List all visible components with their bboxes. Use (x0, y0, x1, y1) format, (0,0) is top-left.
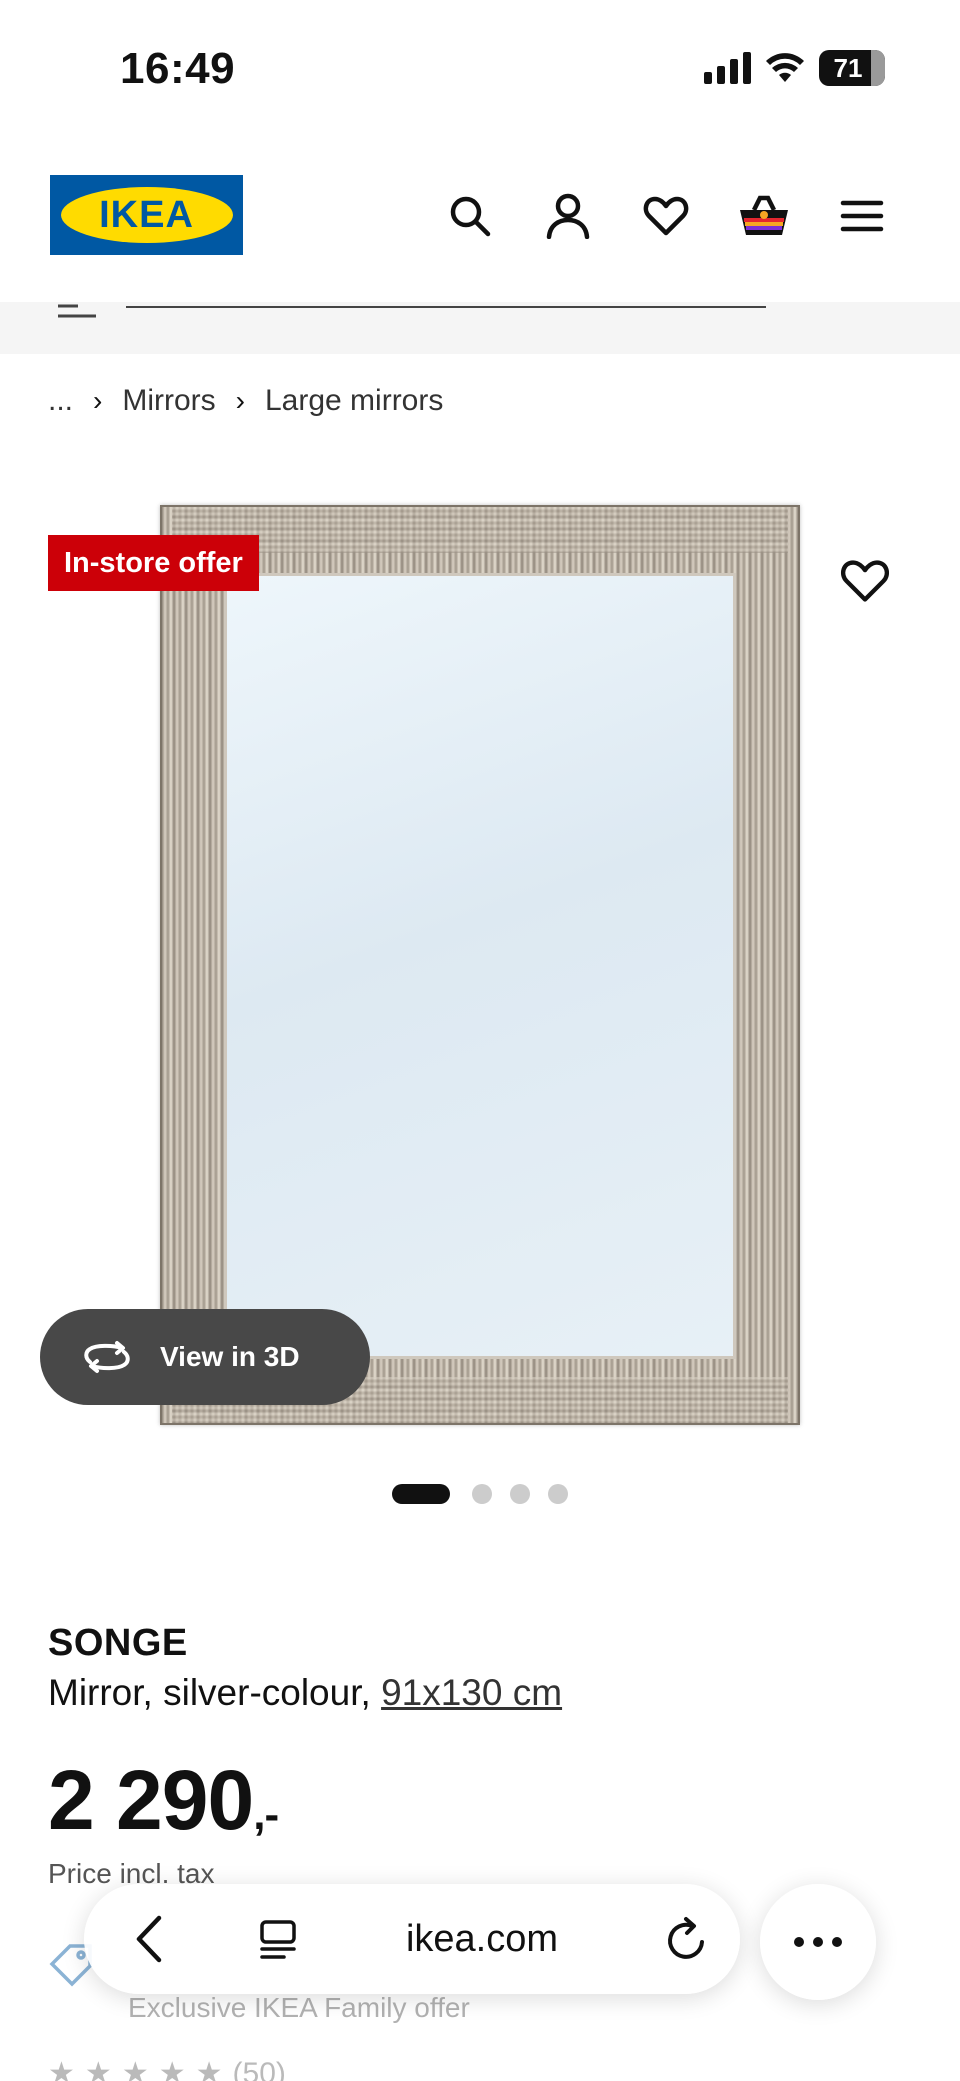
filter-lines-icon[interactable] (56, 302, 98, 322)
breadcrumb-large-mirrors[interactable]: Large mirrors (265, 384, 443, 418)
more-options-button[interactable] (760, 1884, 876, 2000)
star-icon: ★ (121, 2057, 149, 2081)
cellular-signal-icon (704, 52, 751, 84)
heart-icon[interactable] (638, 188, 694, 244)
product-gallery[interactable]: In-store offer View in 3D (0, 490, 960, 1450)
add-to-favourites-button[interactable] (840, 558, 890, 608)
chevron-left-icon (136, 1915, 162, 1963)
star-icon: ★ (48, 2057, 75, 2081)
account-icon[interactable] (540, 188, 596, 244)
back-button[interactable] (84, 1884, 214, 1994)
more-dot (794, 1937, 804, 1947)
breadcrumb-ellipsis[interactable]: ... (48, 384, 73, 418)
more-dot (832, 1937, 842, 1947)
search-icon[interactable] (442, 188, 498, 244)
view-in-3d-button[interactable]: View in 3D (40, 1309, 370, 1405)
product-price: 2 290 ,- (48, 1752, 279, 1849)
more-dot (813, 1937, 823, 1947)
breadcrumb: ... › Mirrors › Large mirrors (48, 384, 443, 418)
view-in-3d-label: View in 3D (160, 1341, 300, 1372)
carousel-dot-active[interactable] (392, 1484, 450, 1504)
reviews-count: (50) (232, 2056, 286, 2081)
battery-level: 71 (833, 52, 863, 83)
star-icon: ★ (195, 2057, 223, 2081)
status-time: 16:49 (120, 44, 236, 93)
chevron-right-icon: › (93, 385, 103, 416)
product-type: Mirror, silver-colour, (48, 1672, 382, 1713)
in-store-offer-badge: In-store offer (48, 535, 259, 591)
mirror-glass (224, 573, 736, 1359)
header-actions (442, 188, 890, 244)
price-suffix: ,- (253, 1790, 279, 1839)
site-header: IKEA (0, 150, 960, 280)
subnav-link-underline (126, 306, 766, 308)
ikea-logo[interactable]: IKEA (50, 175, 243, 255)
price-value: 2 290 (48, 1753, 254, 1847)
chevron-right-icon: › (235, 385, 245, 416)
star-icon: ★ (158, 2057, 186, 2081)
product-image[interactable] (160, 505, 800, 1425)
reload-icon[interactable] (662, 1914, 710, 1964)
family-offer-label: Exclusive IKEA Family offer (128, 1992, 470, 2023)
address-bar[interactable]: ikea.com (224, 1884, 740, 1994)
product-name: SONGE (48, 1622, 188, 1664)
carousel-dot[interactable] (548, 1484, 568, 1504)
rotate-3d-icon (84, 1341, 130, 1373)
wifi-icon (766, 53, 804, 82)
basket-icon[interactable] (736, 188, 792, 244)
breadcrumb-mirrors[interactable]: Mirrors (122, 384, 215, 418)
status-bar: 16:49 71 (0, 0, 960, 140)
product-description: Mirror, silver-colour, 91x130 cm (48, 1672, 562, 1714)
carousel-indicators (0, 1484, 960, 1504)
battery-icon: 71 (819, 50, 885, 86)
menu-icon[interactable] (834, 188, 890, 244)
carousel-dot[interactable] (472, 1484, 492, 1504)
product-dimensions-link[interactable]: 91x130 cm (381, 1672, 562, 1713)
carousel-dot[interactable] (510, 1484, 530, 1504)
sticky-subnav (0, 302, 960, 354)
status-icons: 71 (704, 50, 885, 86)
logo-text: IKEA (99, 193, 194, 236)
browser-toolbar: ikea.com (84, 1884, 740, 1994)
rating-row[interactable]: ★ ★ ★ ★ ★ (50) (48, 2056, 286, 2081)
star-icon: ★ (84, 2057, 112, 2081)
